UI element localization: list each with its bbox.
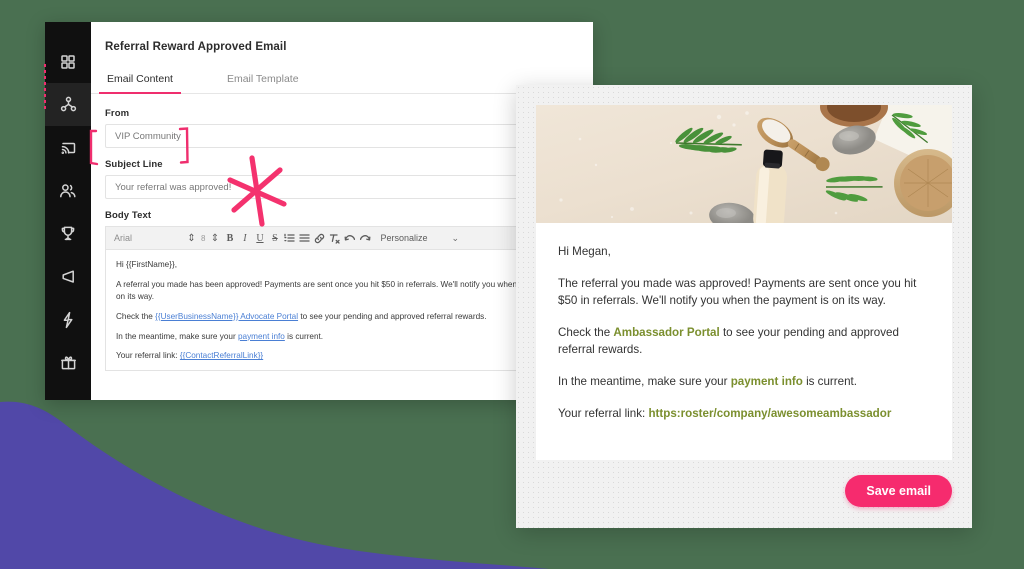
editor-paragraph-1: A referral you made has been approved! P… [116,279,573,301]
font-family-stepper-icon[interactable]: ⇕ [184,233,199,244]
email-preview-body: Hi Megan, The referral you made was appro… [536,223,952,422]
preview-paragraph-0: Hi Megan, [558,245,611,258]
unordered-list-icon[interactable] [297,233,312,243]
tab-email-content[interactable]: Email Content [99,67,181,94]
email-preview-card: Hi Megan, The referral you made was appro… [516,85,972,528]
sidebar-item-campaigns[interactable] [45,126,91,169]
cast-screen-icon [60,140,77,156]
preview-paragraph-2: Check the Ambassador Portal to see your … [558,325,899,357]
sidebar-item-dashboard[interactable] [45,40,91,83]
inline-link[interactable]: {{UserBusinessName}} Advocate Portal [155,312,298,321]
inline-link[interactable]: payment info [238,332,285,341]
ordered-list-icon[interactable] [282,233,297,243]
inline-link[interactable]: https:roster/company/awesomeambassador [648,407,891,420]
lightning-bolt-icon [61,311,75,329]
sidebar-item-automations[interactable] [45,298,91,341]
font-size-value[interactable]: 8 [199,234,207,243]
page-title: Referral Reward Approved Email [105,41,287,53]
bold-icon[interactable]: B [222,233,237,244]
spa-flatlay-hero-image [536,105,952,223]
personalize-button[interactable]: Personalize [380,233,427,243]
left-nav-sidebar [44,22,91,400]
active-nav-dash-marker [44,64,46,109]
undo-icon[interactable] [342,233,357,243]
trophy-icon [60,225,76,242]
share-network-icon [60,96,77,113]
editor-paragraph-0: Hi {{FirstName}}, [116,260,177,269]
grid-dashboard-icon [60,54,76,70]
strikethrough-icon[interactable]: S [267,233,282,244]
inline-link[interactable]: payment info [731,375,803,388]
email-preview-inner: Hi Megan, The referral you made was appro… [536,105,952,460]
font-size-stepper-icon[interactable]: ⇕ [207,233,222,244]
editor-paragraph-3: In the meantime, make sure your payment … [116,331,324,341]
tab-email-template[interactable]: Email Template [225,67,301,93]
inline-link[interactable]: {{ContactReferralLink}} [180,351,263,360]
sidebar-item-referrals[interactable] [45,83,91,126]
editor-paragraph-2: Check the {{UserBusinessName}} Advocate … [116,311,487,321]
sidebar-item-announcements[interactable] [45,255,91,298]
people-users-icon [59,183,77,199]
font-family-select[interactable]: Arial [114,233,184,243]
app-window: Referral Reward Approved Email Email Con… [44,22,593,400]
inline-link[interactable]: Ambassador Portal [613,326,719,339]
sidebar-item-leaderboard[interactable] [45,212,91,255]
preview-paragraph-1: The referral you made was approved! Paym… [558,276,917,308]
italic-icon[interactable]: I [237,233,252,244]
underline-icon[interactable]: U [252,233,267,244]
save-email-button[interactable]: Save email [845,475,952,507]
preview-paragraph-4: Your referral link: https:roster/company… [558,406,892,420]
megaphone-icon [59,269,77,284]
editor-paragraph-4: Your referral link: {{ContactReferralLin… [116,351,264,361]
clear-format-icon[interactable] [327,233,342,244]
gift-icon [60,354,77,371]
preview-paragraph-3: In the meantime, make sure your payment … [558,375,857,389]
redo-icon[interactable] [357,233,372,243]
sidebar-item-members[interactable] [45,169,91,212]
chevron-down-icon[interactable]: ⌄ [451,233,459,244]
sidebar-item-rewards[interactable] [45,341,91,384]
link-icon[interactable] [312,233,327,244]
